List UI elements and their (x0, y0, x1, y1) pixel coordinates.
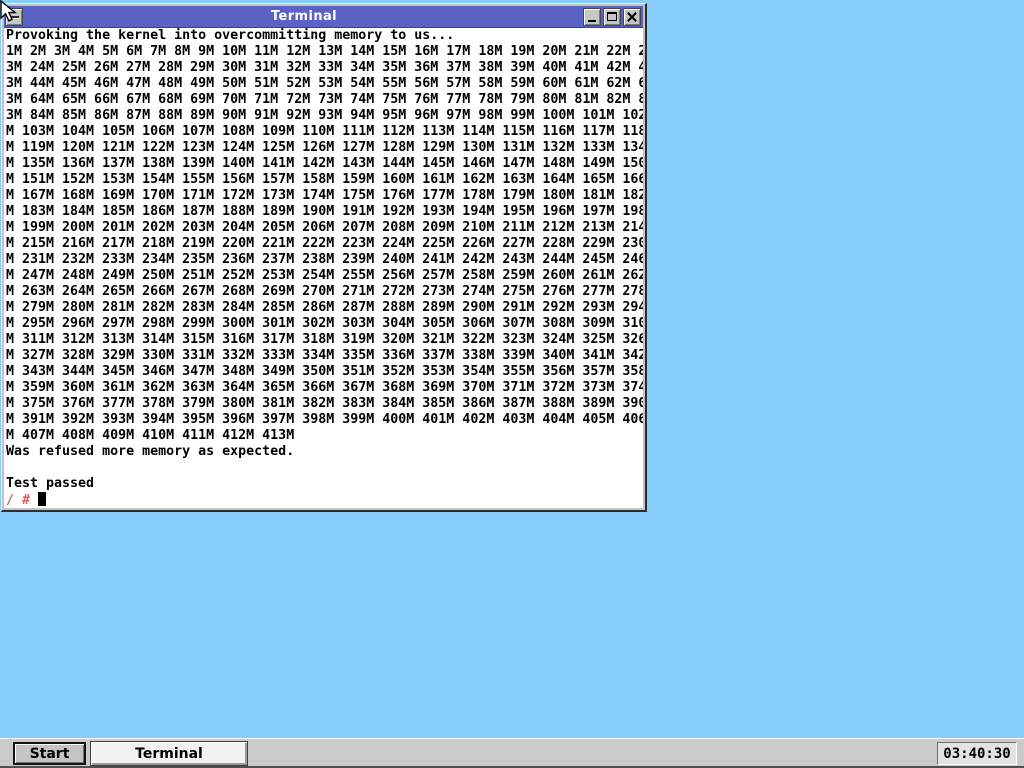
terminal-content[interactable]: Provoking the kernel into overcommitting… (4, 28, 643, 508)
taskbar-item-label: Terminal (135, 746, 203, 762)
desktop[interactable]: { "colors": { "desktop": "#87cdf9", "tit… (0, 0, 1024, 768)
maximize-button[interactable] (603, 8, 621, 26)
window-menu-icon (9, 16, 19, 18)
minimize-button[interactable] (583, 8, 601, 26)
close-button[interactable] (623, 8, 641, 26)
shell-prompt: / # (6, 493, 30, 508)
titlebar[interactable]: Terminal (4, 6, 643, 28)
text-cursor (38, 492, 46, 506)
minimize-icon (588, 20, 596, 22)
clock-text: 03:40:30 (943, 746, 1010, 762)
start-button-label: Start (30, 746, 70, 762)
taskbar-item-terminal[interactable]: Terminal (90, 741, 248, 766)
taskbar: Start Terminal 03:40:30 (0, 738, 1024, 768)
maximize-icon (607, 12, 617, 21)
window-menu-button[interactable] (5, 8, 23, 26)
taskbar-clock: 03:40:30 (937, 742, 1017, 765)
terminal-window: Terminal Provoking the kernel into overc… (1, 3, 647, 512)
terminal-output: Provoking the kernel into overcommitting… (4, 28, 643, 492)
close-icon (626, 11, 638, 23)
terminal-prompt-line: / # (4, 492, 643, 508)
window-title: Terminal (25, 6, 583, 28)
start-button[interactable]: Start (13, 742, 86, 765)
